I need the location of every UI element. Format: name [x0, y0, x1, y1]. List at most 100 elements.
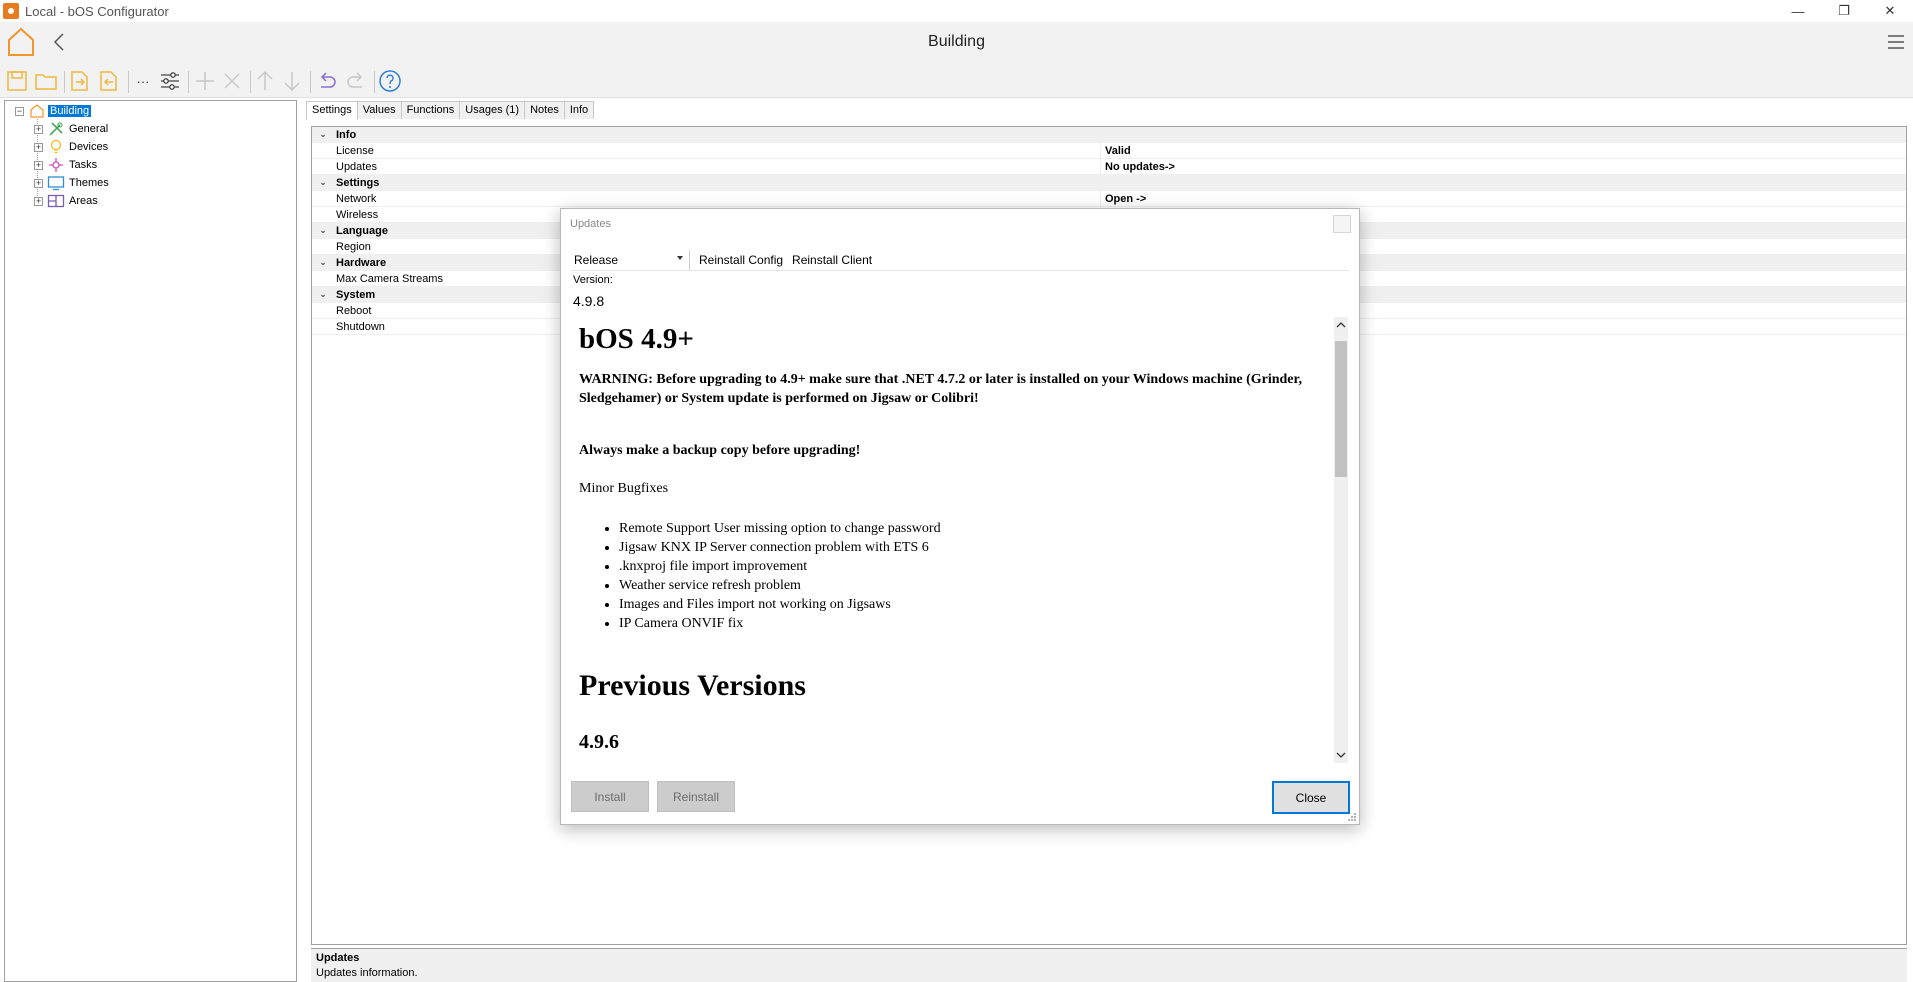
scroll-down-icon[interactable]: [1334, 747, 1348, 763]
chevron-down-icon[interactable]: ⌄: [316, 289, 330, 300]
app-header: Building: [0, 22, 1913, 64]
expand-toggle[interactable]: +: [34, 124, 43, 134]
expand-toggle[interactable]: +: [34, 160, 43, 170]
tab-info[interactable]: Info: [563, 101, 595, 119]
tree-label-general: General: [69, 123, 109, 135]
reinstall-config-button[interactable]: Reinstall Config: [699, 253, 783, 267]
close-button[interactable]: Close: [1272, 781, 1350, 814]
add-icon[interactable]: [193, 69, 217, 93]
tab-notes[interactable]: Notes: [524, 101, 565, 119]
tools-icon: [47, 121, 65, 137]
more-options-icon[interactable]: ···: [131, 69, 155, 93]
tab-functions[interactable]: Functions: [400, 101, 461, 119]
list-item: Jigsaw KNX IP Server connection problem …: [619, 538, 941, 557]
channel-dropdown[interactable]: Release: [571, 249, 690, 270]
tree-item-building[interactable]: − Building: [15, 103, 92, 119]
tree-item-themes[interactable]: + Themes: [34, 175, 111, 191]
tasks-icon: [47, 157, 65, 173]
floorplan-icon: [47, 193, 65, 209]
expand-toggle[interactable]: +: [34, 196, 43, 206]
hamburger-menu-icon[interactable]: [1887, 34, 1905, 50]
install-button[interactable]: Install: [571, 781, 649, 812]
chevron-down-icon: [677, 255, 683, 260]
previous-versions-heading: Previous Versions: [579, 669, 806, 702]
list-item: Remote Support User missing option to ch…: [619, 519, 941, 538]
notes-warning: WARNING: Before upgrading to 4.9+ make s…: [579, 372, 1302, 406]
tree-item-tasks[interactable]: + Tasks: [34, 157, 99, 173]
minimize-button[interactable]: —: [1775, 0, 1821, 22]
updates-dialog: Updates Release Reinstall Config Reinsta…: [560, 208, 1360, 825]
tree-label-themes: Themes: [69, 177, 109, 189]
delete-icon[interactable]: [220, 69, 244, 93]
window-title: Local - bOS Configurator: [25, 3, 169, 19]
export-icon[interactable]: [68, 69, 92, 93]
notes-heading: bOS 4.9+: [579, 323, 694, 355]
tree-label-tasks: Tasks: [69, 159, 98, 171]
chevron-down-icon[interactable]: ⌄: [316, 177, 330, 188]
description-title: Updates: [316, 952, 360, 964]
reinstall-client-button[interactable]: Reinstall Client: [792, 253, 872, 267]
property-row-license[interactable]: License Valid: [312, 143, 1906, 159]
release-notes: bOS 4.9+ WARNING: Before upgrading to 4.…: [571, 313, 1349, 763]
expand-toggle[interactable]: +: [34, 142, 43, 152]
tab-settings[interactable]: Settings: [306, 101, 358, 120]
lightbulb-icon: [47, 139, 65, 155]
list-item: Weather service refresh problem: [619, 576, 941, 595]
tree-label-devices: Devices: [69, 141, 109, 153]
description-text: Updates information.: [316, 967, 418, 979]
tree-item-general[interactable]: + General: [34, 121, 110, 137]
title-bar: Local - bOS Configurator — ❐ ✕: [0, 0, 1913, 22]
tab-usages[interactable]: Usages (1): [459, 101, 526, 119]
chevron-down-icon[interactable]: ⌄: [316, 225, 330, 236]
dialog-title: Updates: [570, 218, 611, 230]
restore-button[interactable]: ❐: [1821, 0, 1867, 22]
updates-link[interactable]: No updates->: [1105, 161, 1175, 173]
category-info[interactable]: ⌄ Info: [312, 127, 1906, 143]
chevron-down-icon[interactable]: ⌄: [316, 129, 330, 140]
category-settings[interactable]: ⌄ Settings: [312, 175, 1906, 191]
dialog-toolbar: Release Reinstall Config Reinstall Clien…: [571, 249, 1349, 271]
app-window: Local - bOS Configurator — ❐ ✕ Building: [0, 0, 1913, 982]
network-open-link[interactable]: Open ->: [1105, 193, 1146, 205]
dialog-close-x-button[interactable]: [1333, 215, 1351, 233]
monitor-icon: [47, 175, 65, 191]
property-row-updates[interactable]: Updates No updates->: [312, 159, 1906, 175]
property-row-network[interactable]: Network Open ->: [312, 191, 1906, 207]
import-icon[interactable]: [97, 69, 121, 93]
notes-scrollbar[interactable]: [1334, 317, 1348, 763]
move-up-icon[interactable]: [253, 69, 277, 93]
reinstall-button[interactable]: Reinstall: [657, 781, 735, 812]
tree-item-devices[interactable]: + Devices: [34, 139, 110, 155]
list-item: IP Camera ONVIF fix: [619, 614, 941, 633]
resize-grip-icon[interactable]: [1347, 812, 1357, 822]
notes-minor-bugfixes: Minor Bugfixes: [579, 481, 669, 496]
move-down-icon[interactable]: [280, 69, 304, 93]
notes-backup: Always make a backup copy before upgradi…: [579, 443, 861, 458]
window-controls: — ❐ ✕: [1775, 0, 1913, 22]
help-icon[interactable]: [378, 69, 402, 93]
list-item: .knxproj file import improvement: [619, 557, 941, 576]
redo-icon[interactable]: [344, 69, 368, 93]
undo-icon[interactable]: [315, 69, 339, 93]
tree-label-building: Building: [48, 105, 92, 117]
tree-panel: − Building + General + Devices + Tasks +…: [4, 100, 297, 982]
previous-version-number: 4.9.6: [579, 731, 619, 753]
app-logo-icon: [3, 3, 19, 19]
open-folder-icon[interactable]: [34, 69, 58, 93]
expand-toggle[interactable]: +: [34, 178, 43, 188]
list-item: Images and Files import not working on J…: [619, 595, 941, 614]
tab-values[interactable]: Values: [356, 101, 402, 119]
bugfix-list: Remote Support User missing option to ch…: [619, 519, 941, 633]
scroll-up-icon[interactable]: [1334, 317, 1348, 333]
tab-strip: Settings Values Functions Usages (1) Not…: [306, 101, 595, 120]
window-close-button[interactable]: ✕: [1867, 0, 1913, 22]
settings-sliders-icon[interactable]: [158, 69, 182, 93]
main-toolbar: ···: [0, 64, 1913, 98]
chevron-down-icon[interactable]: ⌄: [316, 257, 330, 268]
tree-item-areas[interactable]: + Areas: [34, 193, 100, 209]
collapse-toggle[interactable]: −: [15, 106, 24, 116]
home-icon: [28, 103, 46, 119]
scrollbar-thumb[interactable]: [1335, 341, 1347, 477]
save-icon[interactable]: [5, 69, 29, 93]
tree-label-areas: Areas: [69, 195, 98, 207]
